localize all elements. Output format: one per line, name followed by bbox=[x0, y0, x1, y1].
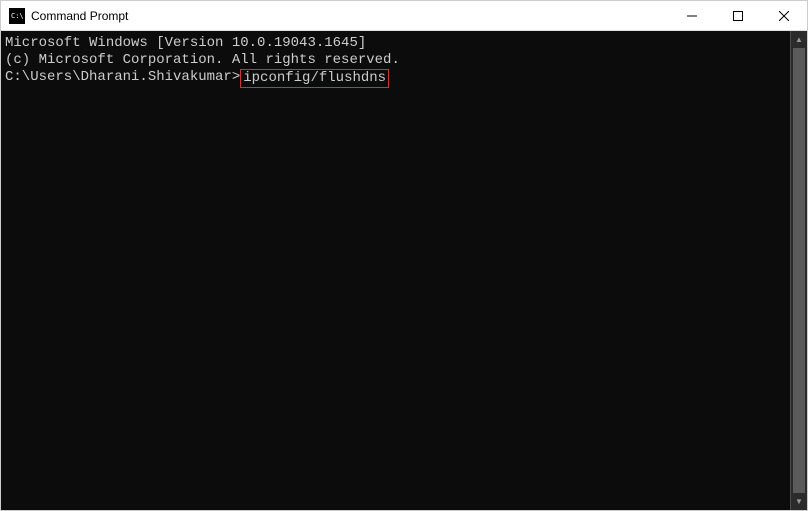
terminal-command: ipconfig/flushdns bbox=[243, 70, 386, 86]
terminal-prompt-line: C:\Users\Dharani.Shivakumar>ipconfig/flu… bbox=[5, 69, 786, 88]
close-button[interactable] bbox=[761, 1, 807, 31]
maximize-button[interactable] bbox=[715, 1, 761, 31]
scroll-thumb[interactable] bbox=[793, 48, 805, 493]
vertical-scrollbar[interactable]: ▲ ▼ bbox=[790, 31, 807, 510]
terminal-output-line: (c) Microsoft Corporation. All rights re… bbox=[5, 52, 786, 69]
terminal-content[interactable]: Microsoft Windows [Version 10.0.19043.16… bbox=[1, 31, 790, 510]
command-prompt-window: C:\ Command Prompt Microsoft Windows [Ve… bbox=[0, 0, 808, 511]
terminal-output-line: Microsoft Windows [Version 10.0.19043.16… bbox=[5, 35, 786, 52]
terminal-prompt: C:\Users\Dharani.Shivakumar> bbox=[5, 69, 240, 86]
scroll-down-arrow-icon[interactable]: ▼ bbox=[791, 493, 807, 510]
window-controls bbox=[669, 1, 807, 30]
scroll-up-arrow-icon[interactable]: ▲ bbox=[791, 31, 807, 48]
svg-text:C:\: C:\ bbox=[11, 12, 24, 20]
window-title: Command Prompt bbox=[31, 9, 669, 23]
cmd-icon: C:\ bbox=[9, 8, 25, 24]
terminal-area: Microsoft Windows [Version 10.0.19043.16… bbox=[1, 31, 807, 510]
minimize-button[interactable] bbox=[669, 1, 715, 31]
terminal-command-highlight: ipconfig/flushdns bbox=[240, 69, 389, 88]
title-bar[interactable]: C:\ Command Prompt bbox=[1, 1, 807, 31]
scroll-track[interactable] bbox=[791, 48, 807, 493]
